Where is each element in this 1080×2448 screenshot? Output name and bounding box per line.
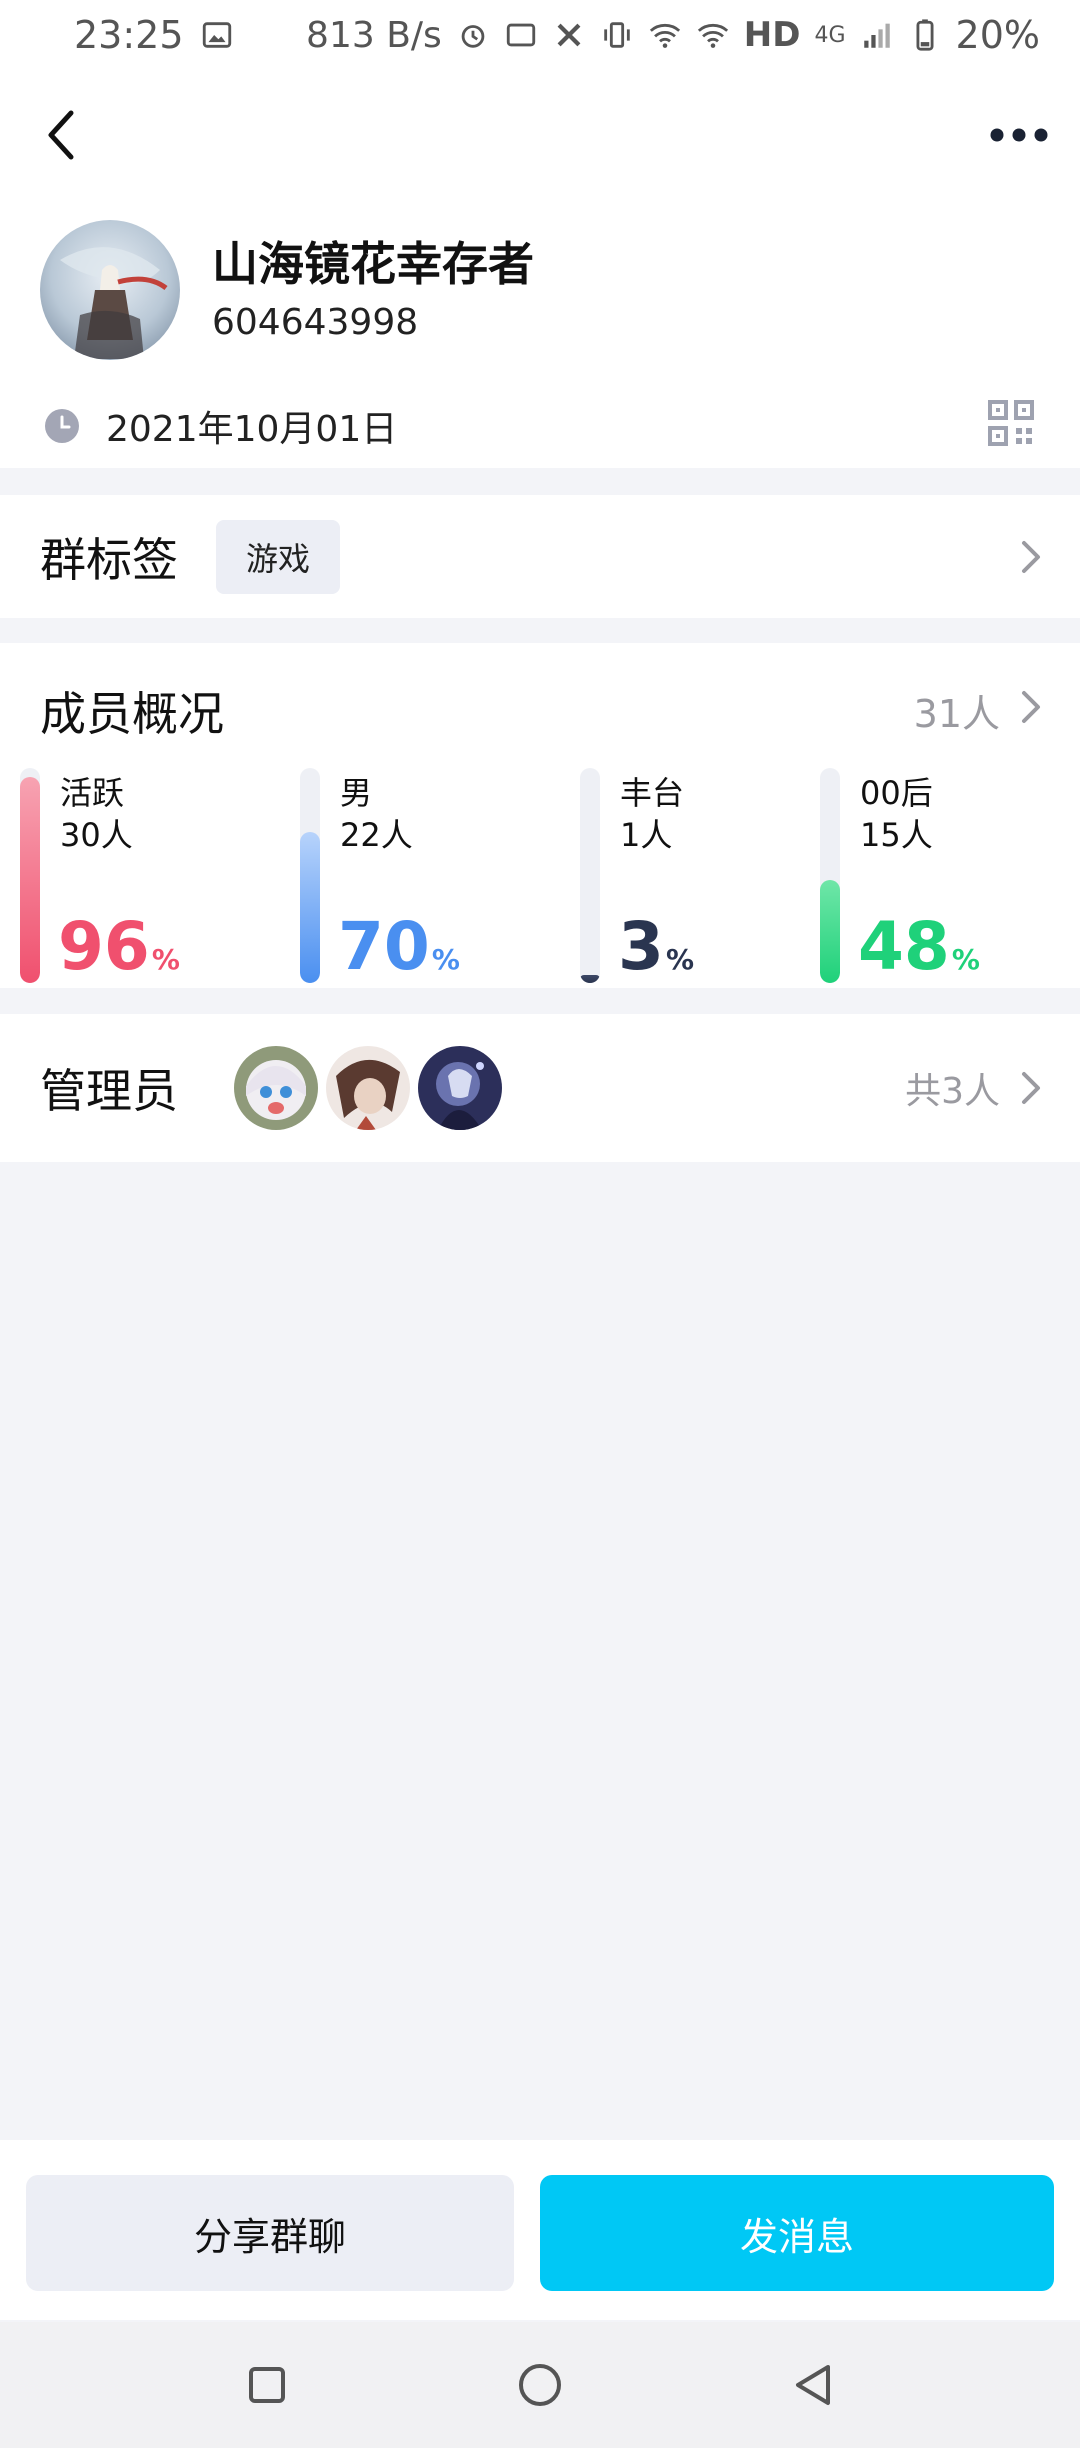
alarm-icon — [461, 25, 485, 48]
admins-total: 共3人 — [905, 1071, 1000, 1112]
status-time: 23:25 — [74, 13, 184, 57]
stat-bar-fill — [20, 777, 40, 983]
network-gen: 4G — [814, 22, 846, 48]
stat-bar-fill — [580, 975, 600, 983]
home-button[interactable] — [510, 2355, 570, 2415]
group-id: 604643998 — [212, 302, 419, 343]
clock-icon — [45, 409, 79, 443]
status-bar: 23:25 813 B/s HD 4G 20% — [0, 0, 1080, 70]
x-app-icon — [557, 23, 581, 47]
stat-percent: 48% — [858, 908, 980, 985]
stat-percent: 3% — [618, 908, 694, 985]
stat-percent-unit: % — [431, 943, 460, 976]
admin-avatar-image — [418, 1046, 502, 1130]
admin-avatar[interactable] — [416, 1044, 504, 1132]
wifi-icon-2 — [697, 23, 728, 48]
members-title: 成员概况 — [40, 687, 224, 741]
bottom-action-bar: 分享群聊 发消息 — [0, 2140, 1080, 2320]
stat-percent-value: 96 — [58, 908, 150, 985]
stat-bar-fill — [300, 832, 320, 983]
send-message-button[interactable]: 发消息 — [540, 2175, 1054, 2291]
battery-icon — [916, 19, 934, 51]
circle-icon — [518, 2364, 561, 2406]
stat-percent-value: 70 — [338, 908, 430, 985]
gallery-icon — [202, 22, 231, 48]
tag-chip: 游戏 — [216, 519, 341, 594]
stat-bar-fill — [820, 880, 840, 983]
admin-avatar[interactable] — [232, 1044, 320, 1132]
admin-avatars — [232, 1044, 504, 1132]
chevron-right-icon — [1022, 540, 1040, 573]
stat-bar — [300, 768, 320, 983]
stat-percent-value: 3 — [618, 908, 664, 985]
admin-avatar-image — [326, 1046, 410, 1130]
share-group-button[interactable]: 分享群聊 — [26, 2175, 514, 2291]
more-button[interactable] — [984, 110, 1054, 160]
stat-label: 丰台 — [620, 774, 685, 812]
stat-percent-unit: % — [951, 943, 980, 976]
back-arrow-icon — [48, 110, 74, 160]
group-avatar[interactable] — [40, 220, 180, 360]
signal-icon — [863, 23, 890, 48]
group-name: 山海镜花幸存者 — [212, 237, 534, 291]
stat-count: 30人 — [60, 816, 133, 854]
net-speed: 813 B/s — [306, 14, 442, 56]
qr-code-button[interactable] — [988, 400, 1034, 446]
admins-row[interactable]: 管理员 共3人 — [0, 1014, 1080, 1162]
members-overview[interactable]: 成员概况 31人 活跃 30人 96% 男 22人 70% 丰台 1人 3% 0… — [0, 643, 1080, 988]
stat-percent-unit: % — [665, 943, 694, 976]
network-hd: HD — [743, 15, 801, 55]
stat-count: 1人 — [620, 816, 673, 854]
created-date: 2021年10月01日 — [106, 409, 398, 450]
stat-percent-unit: % — [151, 943, 180, 976]
tags-title: 群标签 — [40, 532, 178, 587]
stat-label: 活跃 — [60, 774, 125, 812]
back-nav-button[interactable] — [783, 2355, 843, 2415]
created-date-row: 2021年10月01日 — [44, 400, 397, 452]
stat-bar — [580, 768, 600, 983]
admin-avatar-image — [234, 1046, 318, 1130]
recent-apps-button[interactable] — [237, 2355, 297, 2415]
triangle-back-icon — [796, 2365, 831, 2405]
stat-count: 15人 — [860, 816, 933, 854]
system-nav-bar — [0, 2322, 1080, 2448]
group-avatar-image — [40, 220, 180, 360]
stat-count: 22人 — [340, 816, 413, 854]
members-total: 31人 — [913, 692, 1000, 736]
group-header: 山海镜花幸存者 604643998 2021年10月01日 — [0, 70, 1080, 468]
qr-code-icon — [988, 400, 1034, 446]
stat-bar — [20, 768, 40, 983]
group-profile-page: 23:25 813 B/s HD 4G 20% 山海镜花幸存者 60464399… — [0, 0, 1080, 2448]
stat-percent-value: 48 — [858, 908, 950, 985]
admin-avatar[interactable] — [324, 1044, 412, 1132]
stat-label: 00后 — [860, 774, 933, 812]
group-tags-row[interactable]: 群标签 游戏 — [0, 495, 1080, 618]
square-icon — [248, 2367, 285, 2403]
stat-percent: 96% — [58, 908, 180, 985]
refresh-rate-icon — [506, 23, 535, 47]
stat-label: 男 — [340, 774, 373, 812]
stat-bar — [820, 768, 840, 983]
admins-title: 管理员 — [40, 1064, 178, 1118]
vibrate-icon — [604, 22, 630, 48]
battery-level: 20% — [955, 13, 1040, 57]
chevron-right-icon — [1022, 1072, 1040, 1104]
wifi-icon — [649, 23, 680, 48]
chevron-right-icon — [1022, 691, 1040, 723]
stat-percent: 70% — [338, 908, 460, 985]
back-button[interactable] — [30, 100, 90, 170]
more-dots-icon — [990, 128, 1048, 142]
